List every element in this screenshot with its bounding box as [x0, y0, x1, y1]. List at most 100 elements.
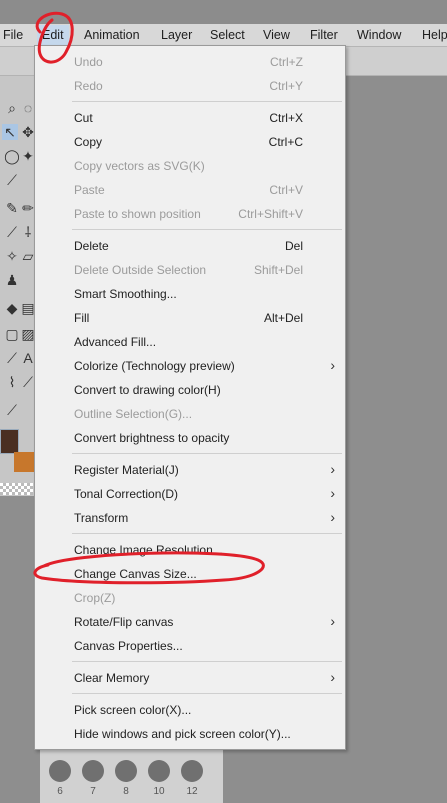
- menu-item-change-canvas-size[interactable]: Change Canvas Size...: [35, 562, 345, 586]
- menu-item-paste: Paste Ctrl+V: [35, 178, 345, 202]
- brush-size-item[interactable]: 10: [147, 760, 171, 797]
- menu-select[interactable]: Select: [210, 28, 245, 42]
- menu-layer[interactable]: Layer: [161, 28, 192, 42]
- menu-edit[interactable]: Edit: [37, 25, 69, 45]
- menu-item-label: Paste to shown position: [74, 207, 201, 221]
- brush-size-preview: [49, 760, 71, 782]
- brush-size-preview: [148, 760, 170, 782]
- decoration-icon[interactable]: ✧: [4, 248, 20, 264]
- brush-size-label: 12: [186, 786, 198, 797]
- menu-separator: [72, 661, 342, 662]
- menu-item-hide-windows-and-pick-screen-color-y[interactable]: Hide windows and pick screen color(Y)...: [35, 722, 345, 746]
- menu-item-register-material-j[interactable]: Register Material(J) ›: [35, 458, 345, 482]
- menu-item-label: Undo: [74, 55, 103, 69]
- menu-item-label: Canvas Properties...: [74, 639, 183, 653]
- menu-item-fill[interactable]: Fill Alt+Del: [35, 306, 345, 330]
- menu-item-label: Hide windows and pick screen color(Y)...: [74, 727, 291, 741]
- edit-menu-dropdown: Undo Ctrl+Z Redo Ctrl+Y Cut Ctrl+X Copy Ctrl+C C…: [34, 45, 346, 750]
- menu-item-label: Convert to drawing color(H): [74, 383, 221, 397]
- brush-size-item[interactable]: 6: [48, 760, 72, 797]
- menu-window[interactable]: Window: [357, 28, 401, 42]
- menu-separator: [72, 693, 342, 694]
- brush-size-preview: [82, 760, 104, 782]
- menu-item-label: Copy vectors as SVG(K): [74, 159, 205, 173]
- menu-item-advanced-fill[interactable]: Advanced Fill...: [35, 330, 345, 354]
- menu-view[interactable]: View: [263, 28, 290, 42]
- brush-size-preview: [115, 760, 137, 782]
- eyedropper-icon[interactable]: ⟋: [4, 172, 20, 188]
- menu-help[interactable]: Help: [422, 28, 447, 42]
- menu-item-undo: Undo Ctrl+Z: [35, 50, 345, 74]
- menu-item-change-image-resolution[interactable]: Change Image Resolution...: [35, 538, 345, 562]
- select-arrow-icon[interactable]: ↖: [2, 124, 18, 140]
- balloon-icon[interactable]: ⌇: [4, 374, 20, 390]
- menu-separator: [72, 229, 342, 230]
- shape-icon[interactable]: ▢: [4, 326, 20, 342]
- fill-icon[interactable]: ◆: [4, 300, 20, 316]
- brush-size-item[interactable]: 12: [180, 760, 204, 797]
- menu-file[interactable]: File: [3, 28, 23, 42]
- brush-size-preview: [181, 760, 203, 782]
- menu-item-label: Convert brightness to opacity: [74, 431, 230, 445]
- menu-item-label: Pick screen color(X)...: [74, 703, 192, 717]
- menu-item-label: Outline Selection(G)...: [74, 407, 193, 421]
- menu-item-label: Fill: [74, 311, 90, 325]
- menu-item-canvas-properties[interactable]: Canvas Properties...: [35, 634, 345, 658]
- menu-item-rotate-flip-canvas[interactable]: Rotate/Flip canvas ›: [35, 610, 345, 634]
- menu-item-delete[interactable]: Delete Del: [35, 234, 345, 258]
- menu-item-shortcut: Ctrl+X: [269, 111, 303, 125]
- menu-separator: [72, 533, 342, 534]
- menu-item-tonal-correction-d[interactable]: Tonal Correction(D) ›: [35, 482, 345, 506]
- menu-item-label: Paste: [74, 183, 105, 197]
- color-picker-icon[interactable]: ⟋: [4, 402, 20, 418]
- menu-filter[interactable]: Filter: [310, 28, 338, 42]
- menu-item-smart-smoothing[interactable]: Smart Smoothing...: [35, 282, 345, 306]
- menu-item-label: Redo: [74, 79, 103, 93]
- menu-item-copy-vectors-as-svg-k: Copy vectors as SVG(K): [35, 154, 345, 178]
- chevron-right-icon: ›: [330, 669, 335, 685]
- menu-separator: [72, 101, 342, 102]
- window-title-strip: [0, 0, 447, 24]
- menu-item-label: Register Material(J): [74, 463, 179, 477]
- menu-item-shortcut: Del: [284, 239, 303, 253]
- pen-icon[interactable]: ✎: [4, 200, 20, 216]
- main-color-swatch[interactable]: [0, 429, 19, 454]
- menu-item-label: Colorize (Technology preview): [74, 359, 235, 373]
- chevron-right-icon: ›: [330, 485, 335, 501]
- brush-size-label: 10: [153, 786, 165, 797]
- brush-size-label: 7: [90, 786, 96, 797]
- menu-item-label: Delete: [74, 239, 109, 253]
- selection-lasso-icon[interactable]: ◯: [4, 148, 20, 164]
- menu-item-convert-to-drawing-color-h[interactable]: Convert to drawing color(H): [35, 378, 345, 402]
- menu-item-copy[interactable]: Copy Ctrl+C: [35, 130, 345, 154]
- menu-item-label: Delete Outside Selection: [74, 263, 207, 277]
- menu-item-colorize-technology-preview[interactable]: Colorize (Technology preview) ›: [35, 354, 345, 378]
- menu-item-redo: Redo Ctrl+Y: [35, 74, 345, 98]
- brush-size-item[interactable]: 8: [114, 760, 138, 797]
- blend-icon[interactable]: ♟: [4, 272, 20, 288]
- menu-item-label: Smart Smoothing...: [74, 287, 177, 301]
- zoom-icon[interactable]: ⌕: [4, 100, 20, 116]
- menu-item-cut[interactable]: Cut Ctrl+X: [35, 106, 345, 130]
- brush-icon[interactable]: ⟋: [4, 224, 20, 240]
- chevron-right-icon: ›: [330, 357, 335, 373]
- menu-item-label: Change Image Resolution...: [74, 543, 223, 557]
- menu-item-shortcut: Alt+Del: [263, 311, 303, 325]
- transparent-color-swatch[interactable]: [0, 483, 33, 495]
- sub-color-swatch[interactable]: [14, 452, 34, 472]
- menu-item-shortcut: Shift+Del: [253, 263, 303, 277]
- menu-item-pick-screen-color-x[interactable]: Pick screen color(X)...: [35, 698, 345, 722]
- menu-animation[interactable]: Animation: [84, 28, 140, 42]
- menu-item-label: Rotate/Flip canvas: [74, 615, 174, 629]
- menu-item-outline-selection-g: Outline Selection(G)...: [35, 402, 345, 426]
- menu-item-convert-brightness-to-opacity[interactable]: Convert brightness to opacity: [35, 426, 345, 450]
- menu-item-clear-memory[interactable]: Clear Memory ›: [35, 666, 345, 690]
- brush-size-label: 6: [57, 786, 63, 797]
- menu-item-transform[interactable]: Transform ›: [35, 506, 345, 530]
- menu-item-label: Copy: [74, 135, 103, 149]
- brush-size-panel: 6 7 8 10 12: [40, 748, 223, 803]
- brush-size-item[interactable]: 7: [81, 760, 105, 797]
- menu-separator: [72, 453, 342, 454]
- ruler-icon[interactable]: ⟋: [4, 350, 20, 366]
- menu-item-label: Clear Memory: [74, 671, 150, 685]
